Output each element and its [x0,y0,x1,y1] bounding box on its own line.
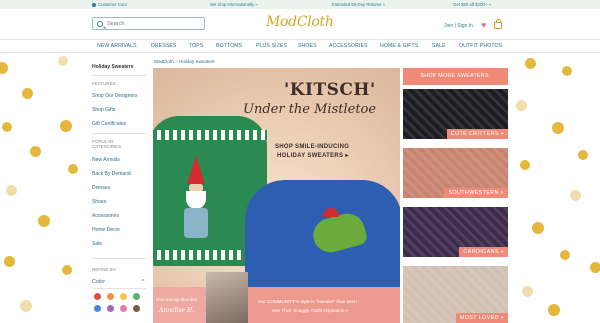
search-icon[interactable] [97,21,103,27]
site-header: ModCloth Join | Sign In ♥ [0,9,600,39]
sidebar-link-home-decor[interactable]: Home Decor [92,227,120,233]
modcloth-logo[interactable]: ModCloth [266,14,334,30]
community-promo-text: Our COMMUNITY'S style is "sweater" than … [258,299,357,304]
color-swatch[interactable] [107,293,114,300]
hero-cta-line2[interactable]: HOLIDAY SWEATERS ▸ [277,152,349,159]
nav-plus-sizes[interactable]: PLUS SIZES [256,43,287,49]
sidebar-link-back-by-demand[interactable]: Back By Demand [92,171,131,177]
join-sign-in-link[interactable]: Join | Sign In [444,23,473,29]
sidebar-link-gifts[interactable]: Shop Gifts [92,107,115,113]
utility-bar: Customer Care We Ship Internationally » … [0,0,600,9]
features-heading: FEATURES: [92,81,117,86]
hero-banner[interactable]: 'KITSCH' Under the Mistletoe SHOP SMILE-… [153,68,400,287]
divider [92,258,147,259]
sidebar-link-dresses[interactable]: Dresses [92,185,110,191]
color-swatch[interactable] [133,305,140,312]
tile-cardigans[interactable]: CARDIGANS » [403,207,508,257]
returns-link[interactable]: Extended 60-Day Returns » [332,2,385,7]
hero-subhead: Under the Mistletoe [243,102,377,117]
sidebar-link-new-arrivals[interactable]: New Arrivals [92,157,120,163]
refine-heading: REFINE BY: [92,267,117,272]
main-navigation: NEW ARRIVALS DRESSES TOPS BOTTOMS PLUS S… [0,39,600,53]
nav-dresses[interactable]: DRESSES [151,43,177,49]
sidebar-link-gift-certificates[interactable]: Gift Certificates [92,121,126,127]
breadcrumb-separator: » [174,59,178,64]
nav-bottoms[interactable]: BOTTOMS [216,43,242,49]
color-swatch[interactable] [120,305,127,312]
shopping-bag-icon[interactable] [494,19,502,29]
community-member-name: Annelise H. [159,307,195,314]
divider [92,288,147,289]
tile-most-loved[interactable]: MOST LOVED » [403,266,508,323]
nav-shoes[interactable]: SHOES [298,43,317,49]
tile-label[interactable]: MOST LOVED » [455,313,508,323]
nav-sale[interactable]: SALE [432,43,446,49]
breadcrumb-root[interactable]: ModCloth [154,59,174,64]
community-promo-panel[interactable] [248,287,400,323]
chevron-up-icon[interactable]: ^ [142,279,144,285]
hero-cta-line1[interactable]: SHOP SMILE-INDUCING [275,144,349,150]
nav-home-gifts[interactable]: HOME & GIFTS [380,43,418,49]
color-filter-toggle[interactable]: Color [92,279,105,285]
color-swatch[interactable] [94,293,101,300]
divider [92,75,147,76]
sidebar-link-sale[interactable]: Sale [92,241,102,247]
shop-more-title: SHOP MORE SWEATERS: [420,73,491,79]
hero-headline: 'KITSCH' [284,80,376,100]
divider [92,133,147,134]
main-content: ModCloth » Holiday Sweaters 'KITSCH' Und… [150,53,510,323]
sidebar-link-designers[interactable]: Shop Our Designers [92,93,137,99]
search-input[interactable] [107,19,202,28]
ship-international-link[interactable]: We Ship Internationally » [210,2,258,7]
gnome-image [187,156,205,184]
community-member-label: Community Member [156,297,198,302]
color-swatch[interactable] [120,293,127,300]
tile-label[interactable]: CUTE CRITTERS » [446,129,508,139]
sidebar-title: Holiday Sweaters [92,64,134,70]
customer-care-link[interactable]: Customer Care [98,2,127,7]
color-swatch[interactable] [133,293,140,300]
community-member-photo[interactable] [206,272,248,323]
color-swatch[interactable] [107,305,114,312]
color-swatch[interactable] [94,305,101,312]
shop-more-header: SHOP MORE SWEATERS: [403,68,508,85]
nav-new-arrivals[interactable]: NEW ARRIVALS [97,43,137,49]
tile-label[interactable]: CARDIGANS » [459,247,508,257]
community-member-panel[interactable] [153,287,206,323]
nav-tops[interactable]: TOPS [189,43,203,49]
categories-heading: POPULAR CATEGORIES: [92,139,123,149]
sidebar-link-shoes[interactable]: Shoes [92,199,106,205]
community-promo-link[interactable]: See Their Snuggly Outfit Inspiration » [272,308,348,313]
nav-accessories[interactable]: ACCESSORIES [329,43,368,49]
tile-label[interactable]: SOUTHWESTERN » [444,188,508,198]
breadcrumb-current: Holiday Sweaters [178,59,215,64]
tile-southwestern[interactable]: SOUTHWESTERN » [403,148,508,198]
sidebar-link-accessories[interactable]: Accessories [92,213,119,219]
breadcrumb: ModCloth » Holiday Sweaters [154,59,215,64]
nav-outfit-photos[interactable]: OUTFIT PHOTOS [459,43,502,49]
tile-cute-critters[interactable]: CUTE CRITTERS » [403,89,508,139]
promo-link[interactable]: Get $20 off $100+ » [453,2,491,7]
customer-care-icon [92,2,96,7]
sidebar: Holiday Sweaters FEATURES: Shop Our Desi… [86,53,150,323]
search-box[interactable] [92,17,205,30]
heart-icon[interactable]: ♥ [481,21,486,30]
